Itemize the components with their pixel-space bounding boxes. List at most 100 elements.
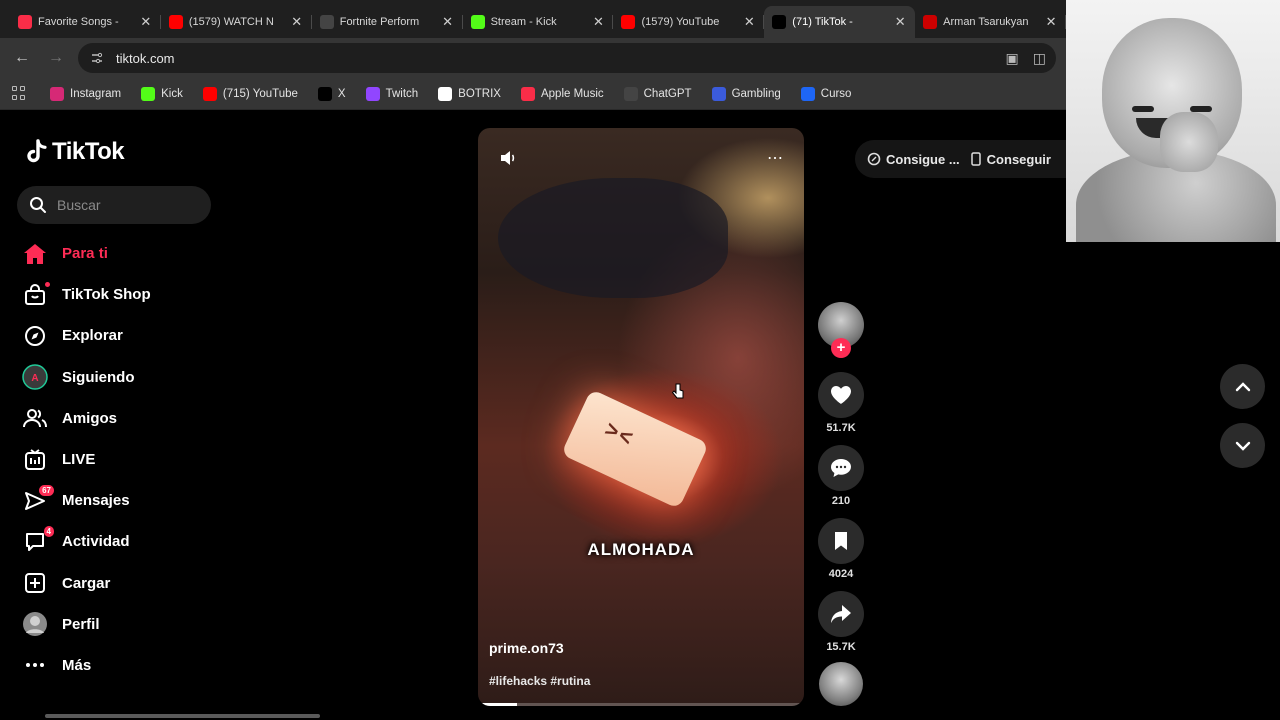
share-count: 15.7K <box>826 641 856 653</box>
tiktok-logo[interactable]: TikTok <box>24 138 125 166</box>
bookmark-label: Twitch <box>385 87 419 100</box>
sidebar-item-live[interactable]: LIVE <box>22 439 222 480</box>
sidebar-item-label: Mensajes <box>62 492 130 510</box>
sidebar-item-siguiendo[interactable]: A Siguiendo <box>22 357 222 398</box>
bookmark-item[interactable]: Apple Music <box>513 84 612 104</box>
tab-title: (1579) WATCH N <box>188 16 274 28</box>
previous-video-button[interactable] <box>1220 364 1265 409</box>
sidebar-item-tiktok-shop[interactable]: TikTok Shop <box>22 274 222 315</box>
save-button[interactable] <box>818 518 864 564</box>
browser-tab[interactable]: Fortnite Perform ✕ <box>312 6 463 38</box>
address-bar[interactable]: tiktok.com ▣ ◫ <box>78 43 1056 73</box>
comment-icon <box>831 459 851 477</box>
bookmark-item[interactable]: (715) YouTube <box>195 84 306 104</box>
tiktok-note-icon <box>27 139 47 163</box>
comment-button[interactable] <box>818 445 864 491</box>
back-button[interactable]: ← <box>10 46 34 70</box>
hand-cursor-icon <box>671 383 684 399</box>
apps-grid-icon[interactable] <box>12 85 28 102</box>
install-app-icon[interactable]: ▣ <box>1006 50 1019 67</box>
sidebar-item-para-ti[interactable]: Para ti <box>22 233 222 274</box>
sidebar-item-perfil[interactable]: Perfil <box>22 604 222 645</box>
tab-close-icon[interactable]: ✕ <box>742 14 756 30</box>
browser-tab[interactable]: Arman Tsarukyan ✕ <box>915 6 1066 38</box>
site-info-icon[interactable] <box>88 49 106 67</box>
upload-icon <box>22 570 48 596</box>
svg-text:A: A <box>31 373 38 384</box>
bookmark-item[interactable]: Kick <box>133 84 191 104</box>
horizontal-scrollbar[interactable] <box>45 714 320 718</box>
curso-icon <box>800 86 815 101</box>
volume-icon[interactable] <box>498 148 518 168</box>
next-video-button[interactable] <box>1220 423 1265 468</box>
compass-icon <box>22 323 48 349</box>
search-icon <box>30 197 46 213</box>
like-count: 51.7K <box>826 422 856 434</box>
kick-icon <box>141 86 156 101</box>
search-box[interactable] <box>17 186 211 224</box>
chatgpt-icon <box>623 86 638 101</box>
get-coins-button[interactable]: Consigue ... <box>867 152 960 167</box>
bookmark-item[interactable]: Gambling <box>704 84 789 104</box>
messages-icon: 67 <box>22 484 54 514</box>
tab-close-icon[interactable]: ✕ <box>893 14 907 30</box>
tiktok-logo-text: TikTok <box>52 138 125 165</box>
heart-icon <box>831 386 851 404</box>
sidebar-item-amigos[interactable]: Amigos <box>22 398 222 439</box>
browser-tab[interactable]: Stream - Kick ✕ <box>463 6 614 38</box>
browser-tab[interactable]: Favorite Songs - ✕ <box>10 6 161 38</box>
video-author[interactable]: prime.on73 <box>489 640 564 656</box>
tab-close-icon[interactable]: ✕ <box>290 14 304 30</box>
sidebar-item-actividad[interactable]: 4 Actividad <box>22 521 222 562</box>
creator-avatar[interactable]: + <box>818 302 864 358</box>
get-app-button[interactable]: Conseguir <box>970 152 1051 167</box>
sidebar-item-label: Perfil <box>62 615 100 633</box>
tab-close-icon[interactable]: ✕ <box>1044 14 1058 30</box>
sound-avatar[interactable] <box>819 662 863 706</box>
bookmark-label: X <box>337 87 346 100</box>
bookmark-item[interactable]: X <box>310 84 354 104</box>
bookmark-item[interactable]: BOTRIX <box>430 84 509 104</box>
tab-title: Favorite Songs - <box>38 16 119 28</box>
video-progress-bar[interactable] <box>478 703 804 706</box>
browser-tab[interactable]: (1579) WATCH N ✕ <box>161 6 312 38</box>
video-player[interactable]: >< ⋯ ALMOHADA prime.on73 #lifehacks #rut… <box>478 128 804 706</box>
chevron-down-icon <box>1235 441 1250 451</box>
more-options-icon[interactable]: ⋯ <box>767 148 784 168</box>
browser-tab[interactable]: (71) TikTok - ✕ <box>764 6 916 38</box>
video-hashtags[interactable]: #lifehacks #rutina <box>489 674 590 688</box>
bookmark-item[interactable]: ChatGPT <box>616 84 700 104</box>
video-actions: + 51.7K 210 4024 15.7K <box>818 302 864 706</box>
extension-icon[interactable]: ◫ <box>1033 50 1046 67</box>
sidebar-item-cargar[interactable]: Cargar <box>22 563 222 604</box>
tab-title: (1579) YouTube <box>641 16 720 28</box>
like-button[interactable] <box>818 372 864 418</box>
bookmark-label: BOTRIX <box>458 87 501 100</box>
tab-close-icon[interactable]: ✕ <box>441 14 455 30</box>
home-icon <box>22 241 48 267</box>
forward-button[interactable]: → <box>44 46 68 70</box>
bookmarks-bar: Instagram Kick (715) YouTube X Twitch BOTRIX A… <box>0 78 1066 110</box>
search-input[interactable] <box>57 197 197 213</box>
tab-close-icon[interactable]: ✕ <box>139 14 153 30</box>
chevron-up-icon <box>1235 381 1250 391</box>
bookmark-item[interactable]: Twitch <box>358 84 427 104</box>
browser-tab[interactable]: (1579) YouTube ✕ <box>613 6 765 38</box>
share-icon <box>831 605 851 623</box>
sidebar-item-label: Cargar <box>62 574 111 592</box>
webcam-overlay <box>1066 0 1280 242</box>
sidebar-item-label: Para ti <box>62 245 108 263</box>
tab-close-icon[interactable]: ✕ <box>591 14 605 30</box>
sidebar-item-más[interactable]: Más <box>22 645 222 686</box>
sidebar-item-mensajes[interactable]: 67 Mensajes <box>22 480 222 521</box>
follow-plus-icon[interactable]: + <box>831 338 851 358</box>
tab-title: (71) TikTok - <box>792 16 853 28</box>
share-button[interactable] <box>818 591 864 637</box>
bookmark-item[interactable]: Curso <box>793 84 860 104</box>
youtube-icon <box>202 86 217 101</box>
bookmark-label: Kick <box>161 87 183 100</box>
tab-title: Fortnite Perform <box>339 16 420 28</box>
sidebar-item-explorar[interactable]: Explorar <box>22 315 222 356</box>
video-scene-blanket <box>498 178 728 298</box>
bookmark-item[interactable]: Instagram <box>42 84 129 104</box>
